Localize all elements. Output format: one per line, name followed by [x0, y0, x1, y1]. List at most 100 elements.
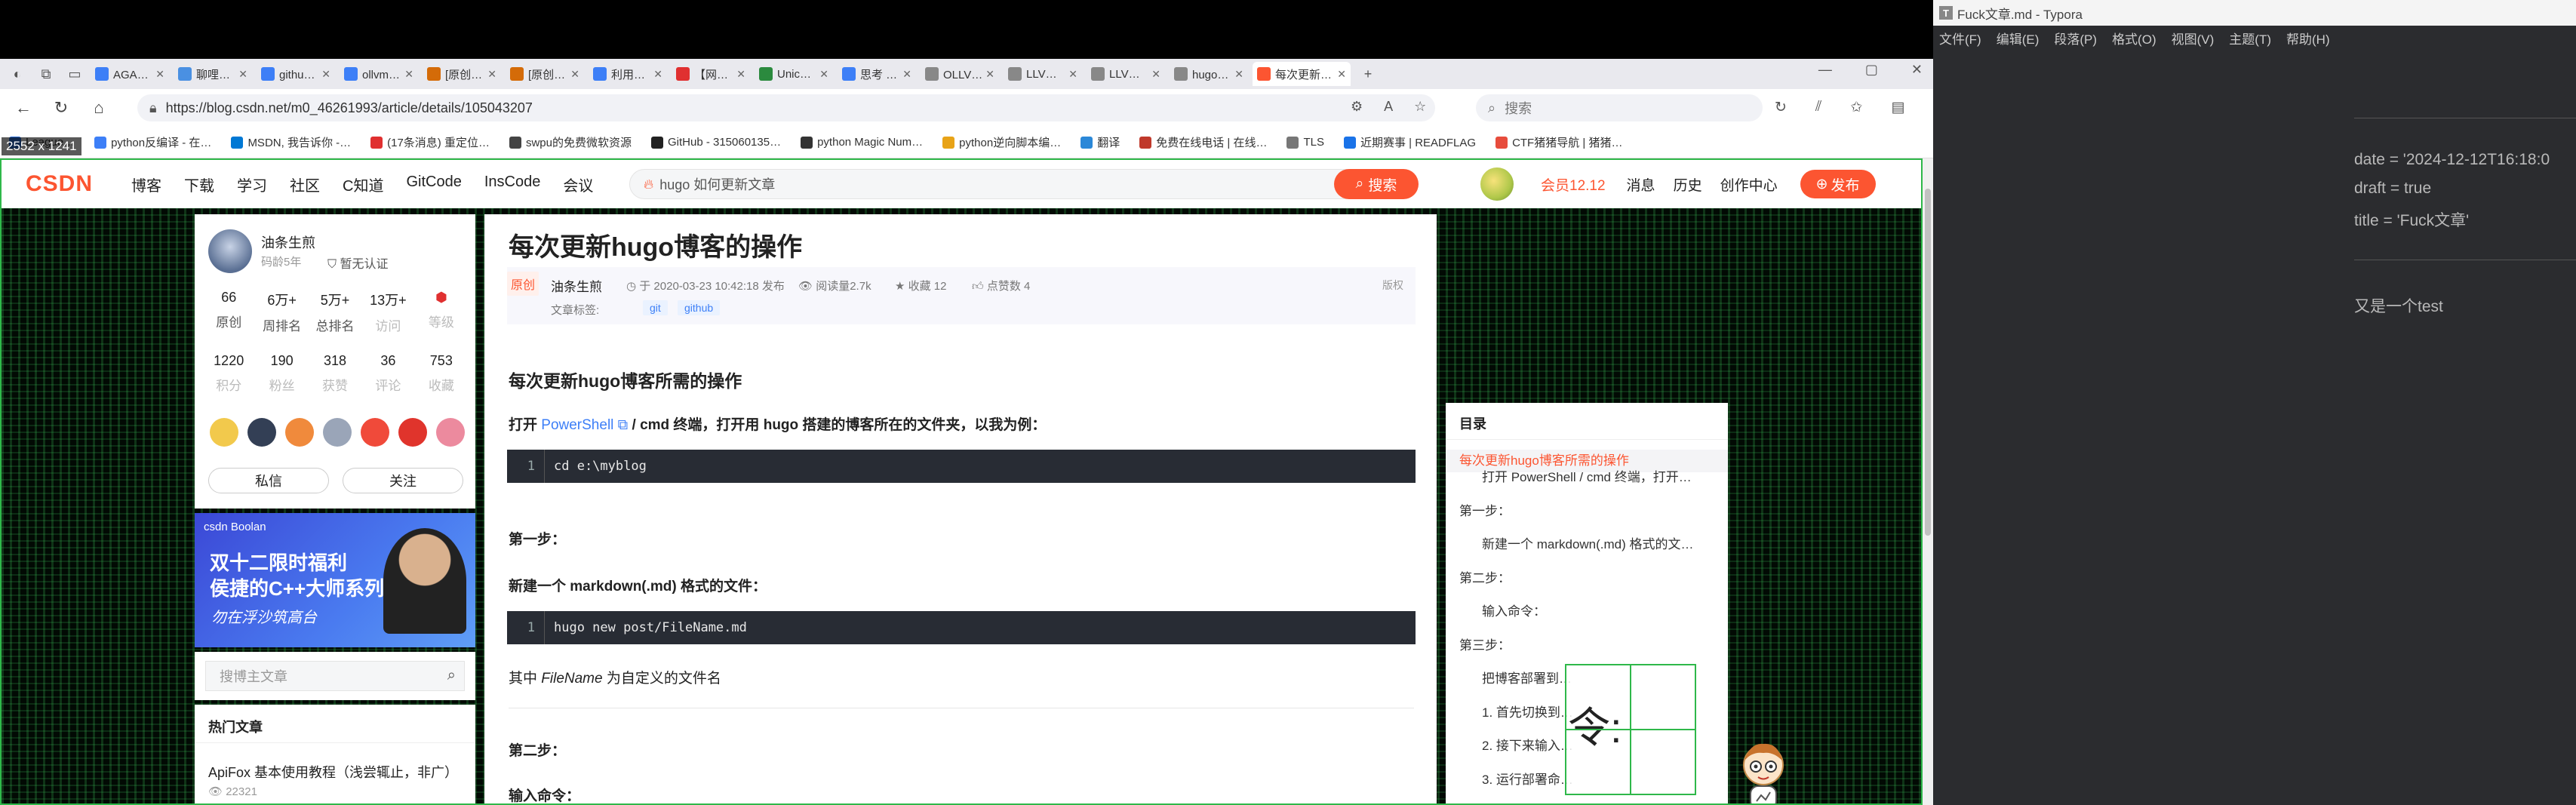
typora-menu-item[interactable]: 格式(O) — [2112, 29, 2156, 48]
vip-link[interactable]: 会员12.12 — [1541, 174, 1606, 195]
maximize-icon[interactable]: ▢ — [1865, 62, 1878, 78]
bookmark-item[interactable]: (17条消息) 重定位… — [370, 134, 490, 150]
badge-icon[interactable] — [361, 418, 389, 447]
bookmark-item[interactable]: 翻译 — [1081, 134, 1120, 150]
front-matter-line[interactable]: date = '2024-12-12T16:18:0 — [2354, 151, 2550, 169]
csdn-nav-item[interactable]: 学习 — [237, 174, 267, 195]
profile-stat[interactable]: 36 评论 — [361, 353, 414, 394]
browser-tab[interactable]: Unicorn…✕ — [755, 62, 833, 86]
tab-close-icon[interactable]: ✕ — [1234, 68, 1243, 81]
browser-tab[interactable]: 【网络安…✕ — [672, 62, 750, 86]
search-icon[interactable]: ⌕ — [447, 667, 456, 684]
csdn-nav-item[interactable]: GitCode — [406, 174, 461, 195]
typora-menu-item[interactable]: 视图(V) — [2172, 29, 2215, 48]
profile-stat[interactable]: 5万+ 总排名 — [309, 290, 361, 334]
bookmark-item[interactable]: 免费在线电话 | 在线… — [1139, 134, 1267, 150]
csdn-logo[interactable]: CSDN — [26, 171, 109, 197]
blogger-search-input[interactable]: 搜博主文章 — [205, 661, 465, 691]
badge-icon[interactable] — [398, 418, 427, 447]
tab-close-icon[interactable]: ✕ — [321, 68, 330, 81]
reload-button[interactable]: ↻ — [47, 94, 75, 122]
tab-close-icon[interactable]: ✕ — [819, 68, 828, 81]
browser-tab[interactable]: 每次更新… ✕ — [1253, 62, 1351, 86]
tab-close-icon[interactable]: ✕ — [238, 68, 247, 81]
article-author[interactable]: 油条生煎 — [551, 276, 602, 295]
user-nav-item[interactable]: 消息 — [1627, 174, 1655, 195]
tab-actions-icon[interactable]: ▭ — [63, 63, 86, 85]
bookmark-item[interactable]: 近期赛事 | READFLAG — [1343, 134, 1476, 150]
page-scrollbar[interactable] — [1923, 158, 1933, 805]
profile-stat[interactable]: 13万+ 访问 — [361, 290, 414, 334]
tab-close-icon[interactable]: ✕ — [570, 68, 579, 81]
refresh-icon[interactable]: ↻ — [1775, 99, 1787, 116]
copyright-link[interactable]: 版权 — [1382, 278, 1403, 293]
csdn-search-input[interactable]: 🔥︎ hugo 如何更新文章 — [629, 169, 1414, 199]
tab-close-icon[interactable]: ✕ — [736, 68, 745, 81]
tab-close-icon[interactable]: ✕ — [1068, 68, 1077, 81]
user-nav-item[interactable]: 创作中心 — [1720, 174, 1778, 195]
mascot-icon[interactable] — [1735, 738, 1791, 805]
browser-tab[interactable]: 利用符号…✕ — [589, 62, 667, 86]
bookmark-item[interactable]: python Magic Num… — [801, 136, 923, 149]
typora-menu-item[interactable]: 编辑(E) — [1997, 29, 2040, 48]
tab-close-icon[interactable]: ✕ — [404, 68, 413, 81]
profile-stat[interactable]: 753 收藏 — [415, 353, 468, 394]
front-matter-line[interactable]: title = 'Fuck文章' — [2354, 208, 2469, 231]
browser-search-input[interactable]: ⌕ 搜索 — [1476, 94, 1763, 121]
tab-close-icon[interactable]: ✕ — [653, 68, 662, 81]
editor-paragraph[interactable]: 又是一个test — [2354, 294, 2443, 317]
bookmark-item[interactable]: GitHub - 315060135… — [650, 136, 781, 149]
badge-icon[interactable] — [247, 418, 276, 447]
follow-button[interactable]: 关注 — [343, 468, 463, 493]
toc-item[interactable]: 第三步： — [1459, 634, 1723, 653]
tab-close-icon[interactable]: ✕ — [985, 68, 994, 81]
tab-close-icon[interactable]: ✕ — [1151, 68, 1160, 81]
bookmark-item[interactable]: python反编译 - 在… — [94, 134, 211, 150]
typora-menu-item[interactable]: 帮助(H) — [2286, 29, 2330, 48]
fav-count[interactable]: ★ 收藏 12 — [895, 278, 946, 293]
close-icon[interactable]: ✕ — [1911, 62, 1923, 78]
scrollbar-thumb[interactable] — [1925, 189, 1931, 536]
favorite-star-icon[interactable]: ☆ — [1414, 99, 1426, 115]
csdn-nav-item[interactable]: InsCode — [484, 174, 541, 195]
badge-icon[interactable] — [285, 418, 314, 447]
bookmark-item[interactable]: swpu的免费微软资源 — [509, 134, 632, 150]
profile-stat[interactable]: 1220 积分 — [202, 353, 255, 394]
extension-icon[interactable]: ⚙ — [1351, 99, 1363, 115]
like-count[interactable]: 👍︎ 点赞数 4 — [972, 278, 1030, 293]
browser-tab[interactable]: ollvm真实…✕ — [340, 62, 418, 86]
browser-tab[interactable]: LLVM pa…✕ — [1004, 62, 1082, 86]
bookmark-item[interactable]: TLS — [1286, 136, 1324, 149]
browser-tab[interactable]: AGA《W…✕ — [91, 62, 169, 86]
csdn-nav-item[interactable]: 会议 — [563, 174, 593, 195]
tag-github[interactable]: github — [678, 300, 721, 315]
bookmark-item[interactable]: MSDN, 我告诉你 -… — [231, 134, 351, 150]
profile-stat[interactable]: 318 获赞 — [309, 353, 361, 394]
csdn-nav-item[interactable]: C知道 — [343, 174, 383, 195]
ad-banner[interactable]: csdn Boolan 双十二限时福利 侯捷的C++大师系列课 勿在浮沙筑高台 — [195, 513, 475, 647]
profile-stat[interactable]: 6万+ 周排名 — [255, 290, 308, 334]
message-button[interactable]: 私信 — [208, 468, 329, 493]
browser-tab[interactable]: [原创]如…✕ — [423, 62, 501, 86]
browser-tab[interactable]: OLLVM混…✕ — [921, 62, 999, 86]
csdn-search-button[interactable]: ⌕ 搜索 — [1334, 169, 1419, 199]
browser-tab[interactable]: hugo博客…✕ — [1170, 62, 1248, 86]
author-name[interactable]: 油条生煎 — [261, 232, 315, 252]
tag-git[interactable]: git — [643, 300, 668, 315]
home-button[interactable]: ⌂ — [85, 94, 113, 122]
tab-close-icon[interactable]: ✕ — [1337, 68, 1346, 81]
read-aloud-icon[interactable]: A — [1384, 99, 1393, 115]
browser-tab[interactable]: 聊哩聊哩…✕ — [174, 62, 252, 86]
author-avatar[interactable] — [208, 229, 252, 273]
browser-tab[interactable]: github聊…✕ — [257, 62, 335, 86]
csdn-nav-item[interactable]: 博客 — [131, 174, 161, 195]
badge-icon[interactable] — [210, 418, 238, 447]
bookmark-item[interactable]: python逆向脚本编… — [942, 134, 1061, 150]
tab-close-icon[interactable]: ✕ — [902, 68, 911, 81]
badge-icon[interactable] — [436, 418, 465, 447]
user-nav-item[interactable]: 历史 — [1674, 174, 1702, 195]
user-avatar[interactable] — [1480, 167, 1514, 201]
profile-stat[interactable]: 190 粉丝 — [255, 353, 308, 394]
tab-close-icon[interactable]: ✕ — [487, 68, 496, 81]
browser-tab[interactable]: LLVM →…✕ — [1087, 62, 1165, 86]
